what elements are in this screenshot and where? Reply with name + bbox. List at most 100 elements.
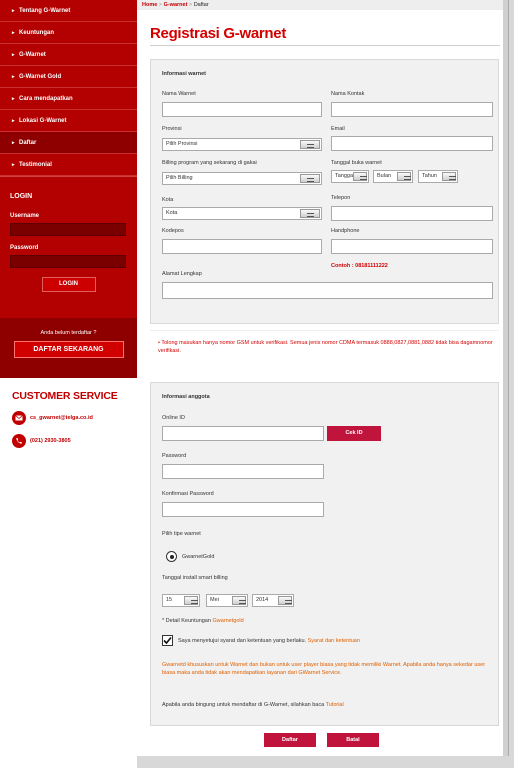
arrow-right-icon: ▸	[12, 8, 15, 14]
alamat-input[interactable]	[162, 282, 493, 299]
dropdown-button-icon	[353, 172, 367, 181]
tanggal-buka-year-select[interactable]: Tahun	[418, 170, 458, 183]
gwarnetgold-link[interactable]: Gwarnetgold	[212, 618, 243, 624]
batal-button[interactable]: Batal	[327, 733, 379, 747]
terms-link[interactable]: Syarat dan ketentuan	[308, 638, 360, 644]
check-icon	[163, 636, 172, 645]
password-input[interactable]	[10, 255, 126, 268]
arrow-right-icon: ▸	[12, 30, 15, 36]
dropdown-button-icon	[184, 596, 198, 605]
sidebar-item-3[interactable]: ▸ G-Warnet Gold	[0, 66, 137, 88]
provinsi-value: Pilih Provinsi	[166, 141, 198, 147]
cs-phone-row: (021) 2930-3805	[12, 434, 125, 448]
tutorial-link[interactable]: Tutorial	[326, 702, 344, 708]
gwarnetgold-radio[interactable]	[166, 551, 177, 562]
dropdown-button-icon	[300, 140, 320, 149]
kodepos-input[interactable]	[162, 239, 322, 254]
handphone-example: Contoh : 08181111222	[331, 263, 388, 269]
sidebar-item-label: G-Warnet Gold	[19, 74, 62, 80]
sidebar-item-7[interactable]: ▸ Testimonial	[0, 154, 137, 176]
breadcrumb-home[interactable]: Home	[142, 2, 157, 8]
daftar-button[interactable]: Daftar	[264, 733, 316, 747]
agree-checkbox[interactable]	[162, 635, 173, 646]
breadcrumb-current: Daftar	[193, 2, 209, 8]
arrow-right-icon: ▸	[12, 96, 15, 102]
sidebar-nav: ▸ Tentang G-Warnet ▸ Keuntungan ▸ G-Warnet ▸ G-…	[0, 0, 137, 176]
install-day-value: 15	[166, 597, 173, 603]
login-title: LOGIN	[10, 193, 33, 200]
register-box: Anda belum terdaftar ? DAFTAR SEKARANG	[0, 318, 137, 378]
billing-value: Pilih Billing	[166, 175, 193, 181]
sidebar-item-label: Keuntungan	[19, 30, 54, 36]
register-now-button[interactable]: DAFTAR SEKARANG	[13, 341, 124, 358]
sidebar-item-6[interactable]: ▸ Daftar	[0, 132, 137, 154]
cs-email[interactable]: cs_gwarnet@telga.co.id	[30, 415, 93, 421]
tipe-warnet-label: Pilih tipe warnet	[162, 531, 201, 537]
tanggal-buka-day-value: Tanggal	[335, 173, 355, 179]
dropdown-button-icon	[397, 172, 411, 181]
bottom-bar	[137, 756, 509, 768]
dropdown-button-icon	[300, 209, 320, 218]
tanggal-buka-month-value: Bulan	[377, 173, 392, 179]
email-input[interactable]	[331, 136, 493, 151]
telepon-input[interactable]	[331, 206, 493, 221]
kodepos-label: Kodepos	[162, 228, 184, 234]
gsm-notice: • Tolong masukan hanya nomor GSM untuk v…	[150, 330, 499, 370]
email-label: Email	[331, 126, 345, 132]
cek-id-button[interactable]: Cek ID	[327, 426, 381, 441]
install-day-select[interactable]: 15	[162, 594, 200, 607]
breadcrumb: Home > G-warnet > Daftar	[137, 0, 508, 10]
customer-service-title: CUSTOMER SERVICE	[12, 390, 118, 402]
nama-kontak-input[interactable]	[331, 102, 493, 117]
dropdown-button-icon	[232, 596, 246, 605]
online-id-label: Online ID	[162, 415, 185, 421]
billing-label: Billing program yang sekarang di gakai	[162, 160, 257, 166]
sidebar-item-2[interactable]: ▸ G-Warnet	[0, 44, 137, 66]
warnet-info-heading: Informasi warnet	[162, 71, 207, 77]
sidebar-item-0[interactable]: ▸ Tentang G-Warnet	[0, 0, 137, 22]
sidebar: ▸ Tentang G-Warnet ▸ Keuntungan ▸ G-Warnet ▸ G-…	[0, 0, 137, 768]
warnet-info-panel: Informasi warnet Nama Warnet Nama Kontak…	[150, 59, 499, 324]
password-input-field[interactable]	[162, 464, 324, 479]
sidebar-item-4[interactable]: ▸ Cara mendapatkan	[0, 88, 137, 110]
gsm-notice-message: Tolong masukan hanya nomor GSM untuk ver…	[158, 340, 493, 354]
provinsi-select[interactable]: Pilih Provinsi	[162, 138, 322, 151]
sidebar-item-label: G-Warnet	[19, 52, 46, 58]
handphone-label: Handphone	[331, 228, 360, 234]
kota-label: Kota	[162, 197, 174, 203]
billing-select[interactable]: Pilih Billing	[162, 172, 322, 185]
sidebar-item-1[interactable]: ▸ Keuntungan	[0, 22, 137, 44]
phone-icon	[12, 434, 26, 448]
cs-phone: (021) 2930-3805	[30, 438, 71, 444]
kota-value: Kota	[166, 210, 178, 216]
tanggal-buka-month-select[interactable]: Bulan	[373, 170, 413, 183]
login-box: LOGIN Username Password LOGIN	[0, 176, 137, 318]
tanggal-buka-label: Tanggal buka warnet	[331, 160, 382, 166]
install-year-value: 2014	[256, 597, 269, 603]
kota-select[interactable]: Kota	[162, 207, 322, 220]
arrow-right-icon: ▸	[12, 52, 15, 58]
password-label: Password	[10, 245, 39, 251]
page-title: Registrasi G-warnet	[150, 25, 287, 42]
online-id-input[interactable]	[162, 426, 324, 441]
gwarnetgold-radio-label: GwarnetGold	[182, 554, 215, 560]
install-month-select[interactable]: Mei	[206, 594, 248, 607]
detail-prefix: * Detail Keuntungan	[162, 618, 213, 624]
tanggal-buka-day-select[interactable]: Tanggal	[331, 170, 369, 183]
dropdown-button-icon	[278, 596, 292, 605]
handphone-input[interactable]	[331, 239, 493, 254]
sidebar-item-5[interactable]: ▸ Lokasi G-Warnet	[0, 110, 137, 132]
install-year-select[interactable]: 2014	[252, 594, 294, 607]
sidebar-item-label: Cara mendapatkan	[19, 96, 73, 102]
customer-service: CUSTOMER SERVICE cs_gwarnet@telga.co.id …	[0, 378, 137, 460]
login-button[interactable]: LOGIN	[41, 277, 96, 292]
password-label: Password	[162, 453, 187, 459]
install-date-label: Tanggal install smart billing	[162, 575, 228, 581]
arrow-right-icon: ▸	[12, 118, 15, 124]
username-input[interactable]	[10, 223, 126, 236]
scrollbar[interactable]	[503, 0, 508, 768]
nama-warnet-input[interactable]	[162, 102, 322, 117]
breadcrumb-gwarnet[interactable]: G-warnet	[164, 2, 188, 8]
cs-email-row: cs_gwarnet@telga.co.id	[12, 411, 125, 425]
konfirmasi-password-input[interactable]	[162, 502, 324, 517]
